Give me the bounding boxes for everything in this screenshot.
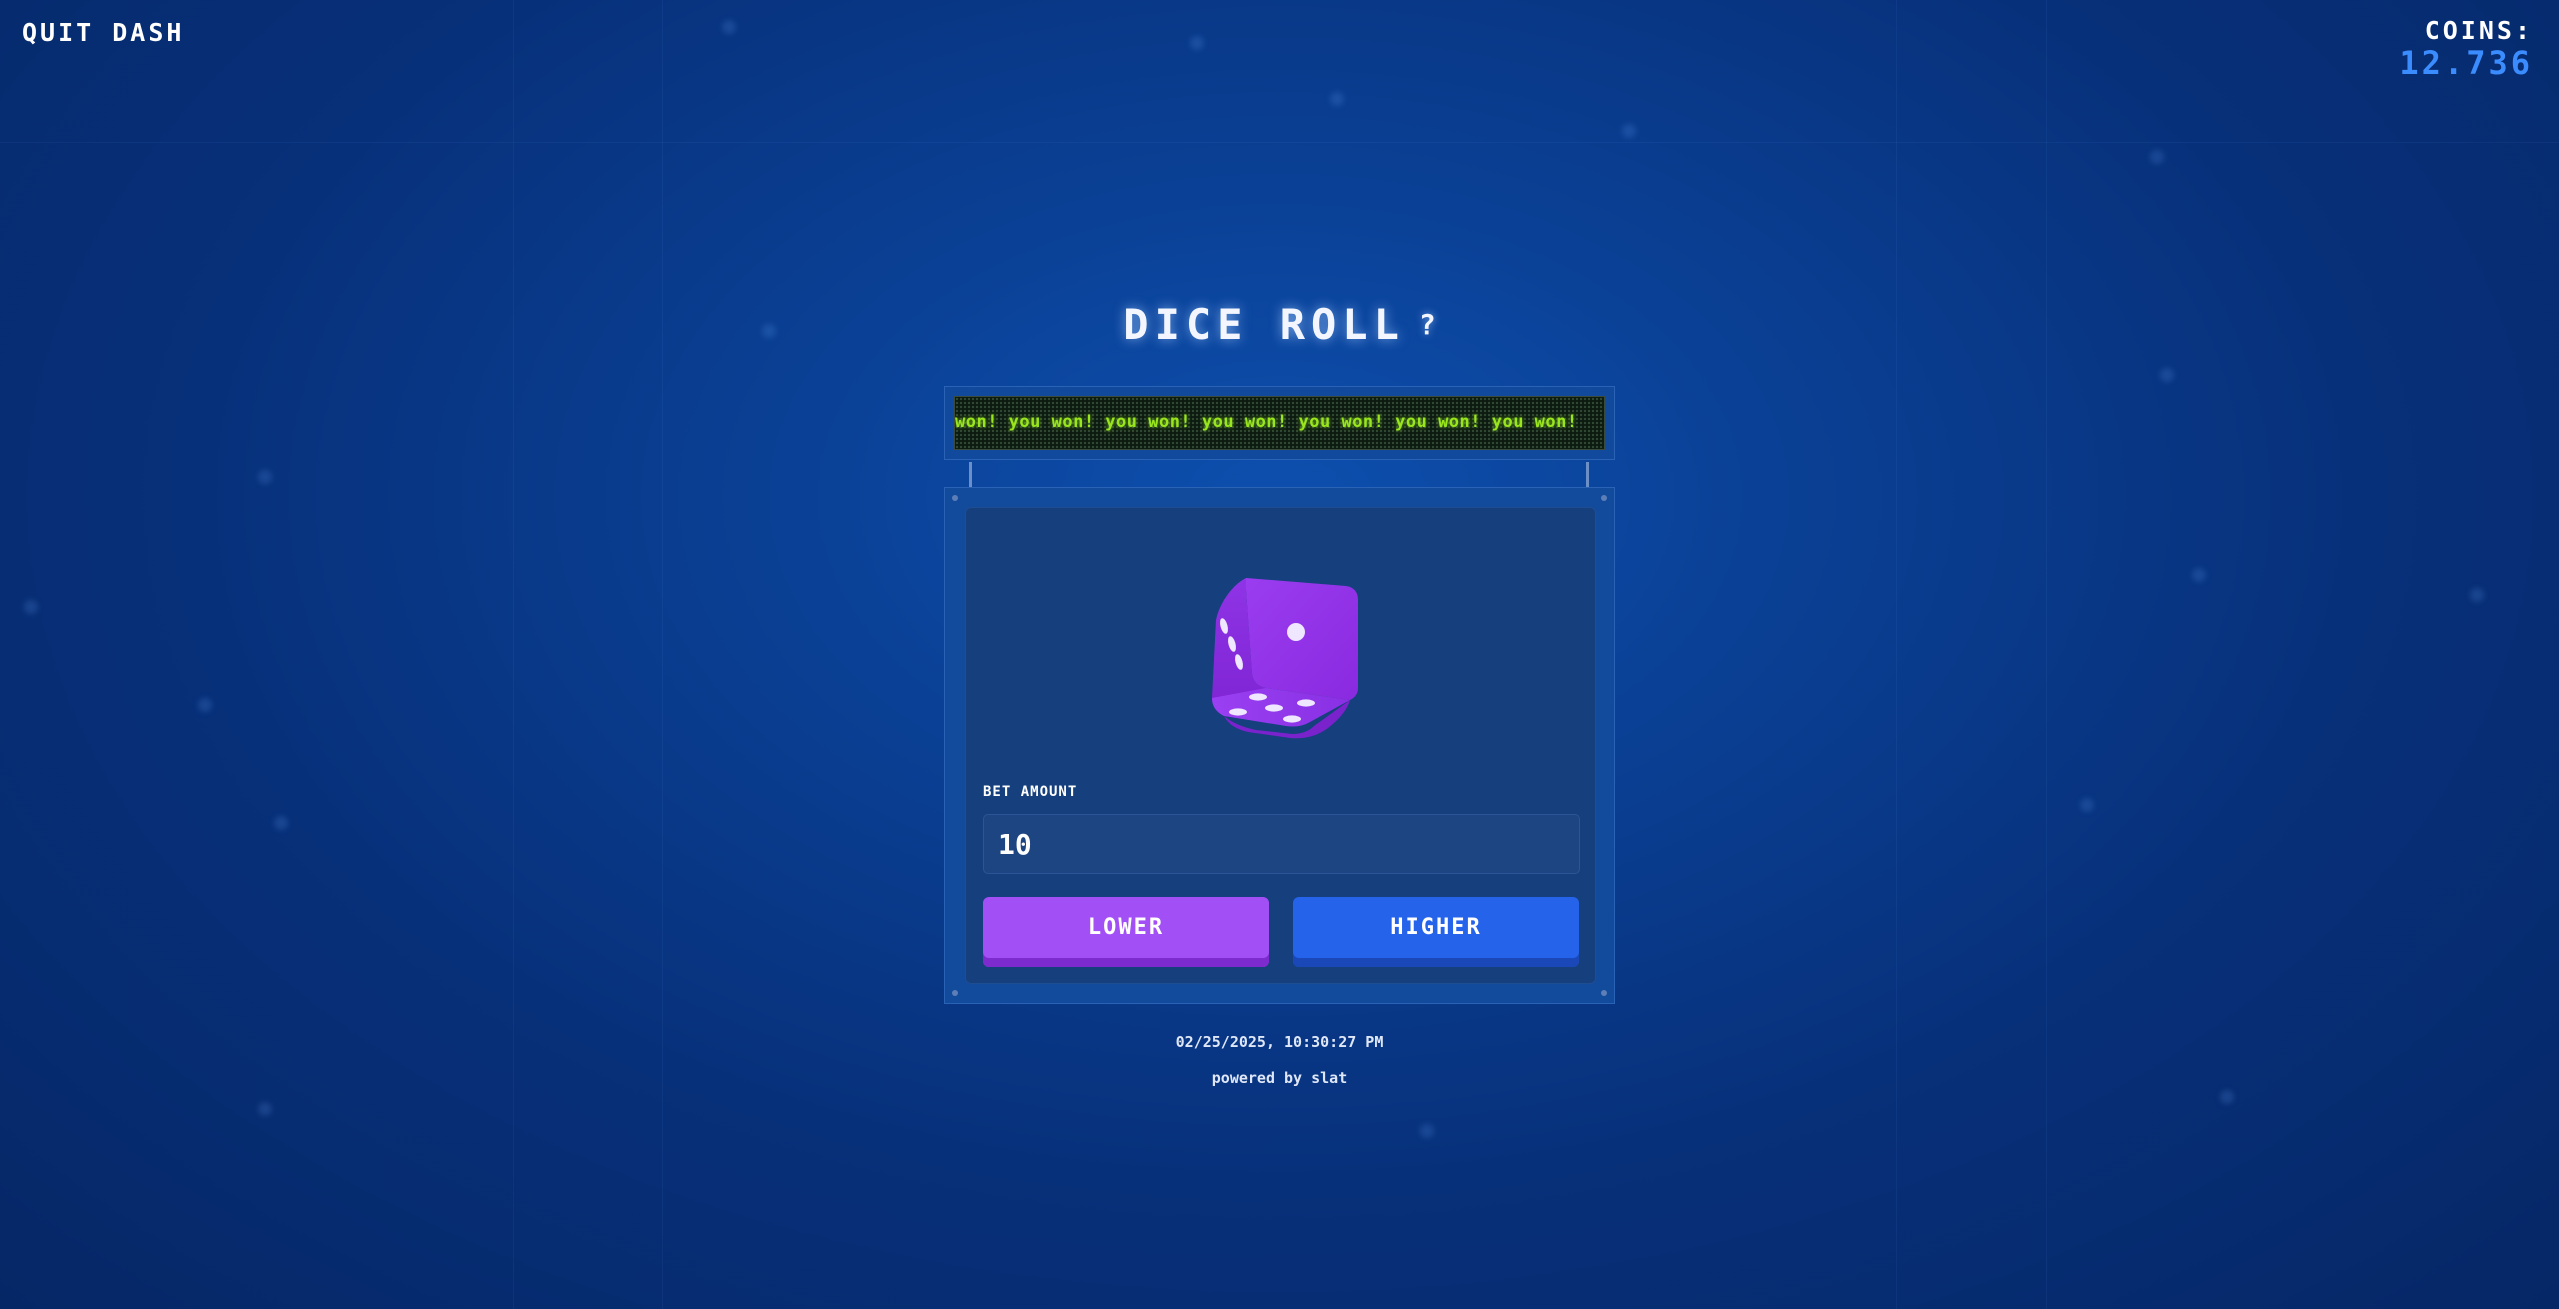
coins-label: COINS:	[2424, 16, 2533, 45]
background-speck	[2470, 588, 2484, 602]
background-speck	[2220, 1090, 2234, 1104]
game-panel: BET AMOUNT LOWER HIGHER	[944, 487, 1615, 1004]
background-speck	[2192, 568, 2206, 582]
rivet	[952, 990, 958, 996]
background-speck	[258, 1102, 272, 1116]
sign-post	[1586, 462, 1589, 487]
result-marquee-screen: won! you won! you won! you won! you won!…	[954, 396, 1605, 450]
dice-icon	[1212, 578, 1358, 739]
quit-dash-link[interactable]: QUIT DASH	[22, 18, 184, 47]
higher-button[interactable]: HIGHER	[1293, 897, 1579, 967]
background-grid-line	[2046, 0, 2047, 1309]
rivet	[1601, 990, 1607, 996]
game-title: DICE ROLL	[1123, 300, 1405, 349]
sign-post	[969, 462, 972, 487]
help-icon[interactable]: ?	[1419, 308, 1436, 341]
background-speck	[24, 600, 38, 614]
rivet	[1601, 495, 1607, 501]
background-speck	[198, 698, 212, 712]
background-speck	[2150, 150, 2164, 164]
result-marquee-text: won! you won! you won! you won! you won!…	[955, 412, 1578, 432]
background-grid-line	[0, 142, 2559, 143]
title-row: DICE ROLL?	[0, 300, 2559, 349]
background-speck	[274, 816, 288, 830]
powered-by-text: powered by slat	[1211, 1069, 1348, 1087]
timestamp: 02/25/2025, 10:30:27 PM	[1175, 1033, 1384, 1051]
background-grid-line	[1896, 0, 1897, 1309]
background-speck	[1622, 124, 1636, 138]
bet-amount-input[interactable]	[983, 814, 1580, 874]
rivet	[952, 495, 958, 501]
game-panel-inner: BET AMOUNT LOWER HIGHER	[965, 507, 1596, 984]
background-grid-line	[513, 0, 514, 1309]
lower-button[interactable]: LOWER	[983, 897, 1269, 967]
background-speck	[2160, 368, 2174, 382]
result-marquee-sign: won! you won! you won! you won! you won!…	[944, 386, 1615, 460]
background-speck	[1420, 1124, 1434, 1138]
background-speck	[1330, 92, 1344, 106]
bet-amount-label: BET AMOUNT	[983, 784, 1078, 800]
background-speck	[1190, 36, 1204, 50]
coins-display: COINS: 12.736	[2399, 16, 2533, 80]
background-speck	[258, 470, 272, 484]
dice[interactable]	[1196, 570, 1366, 746]
background-grid-line	[662, 0, 663, 1309]
background-speck	[2080, 798, 2094, 812]
coins-value: 12.736	[2399, 44, 2533, 82]
background-speck	[722, 20, 736, 34]
